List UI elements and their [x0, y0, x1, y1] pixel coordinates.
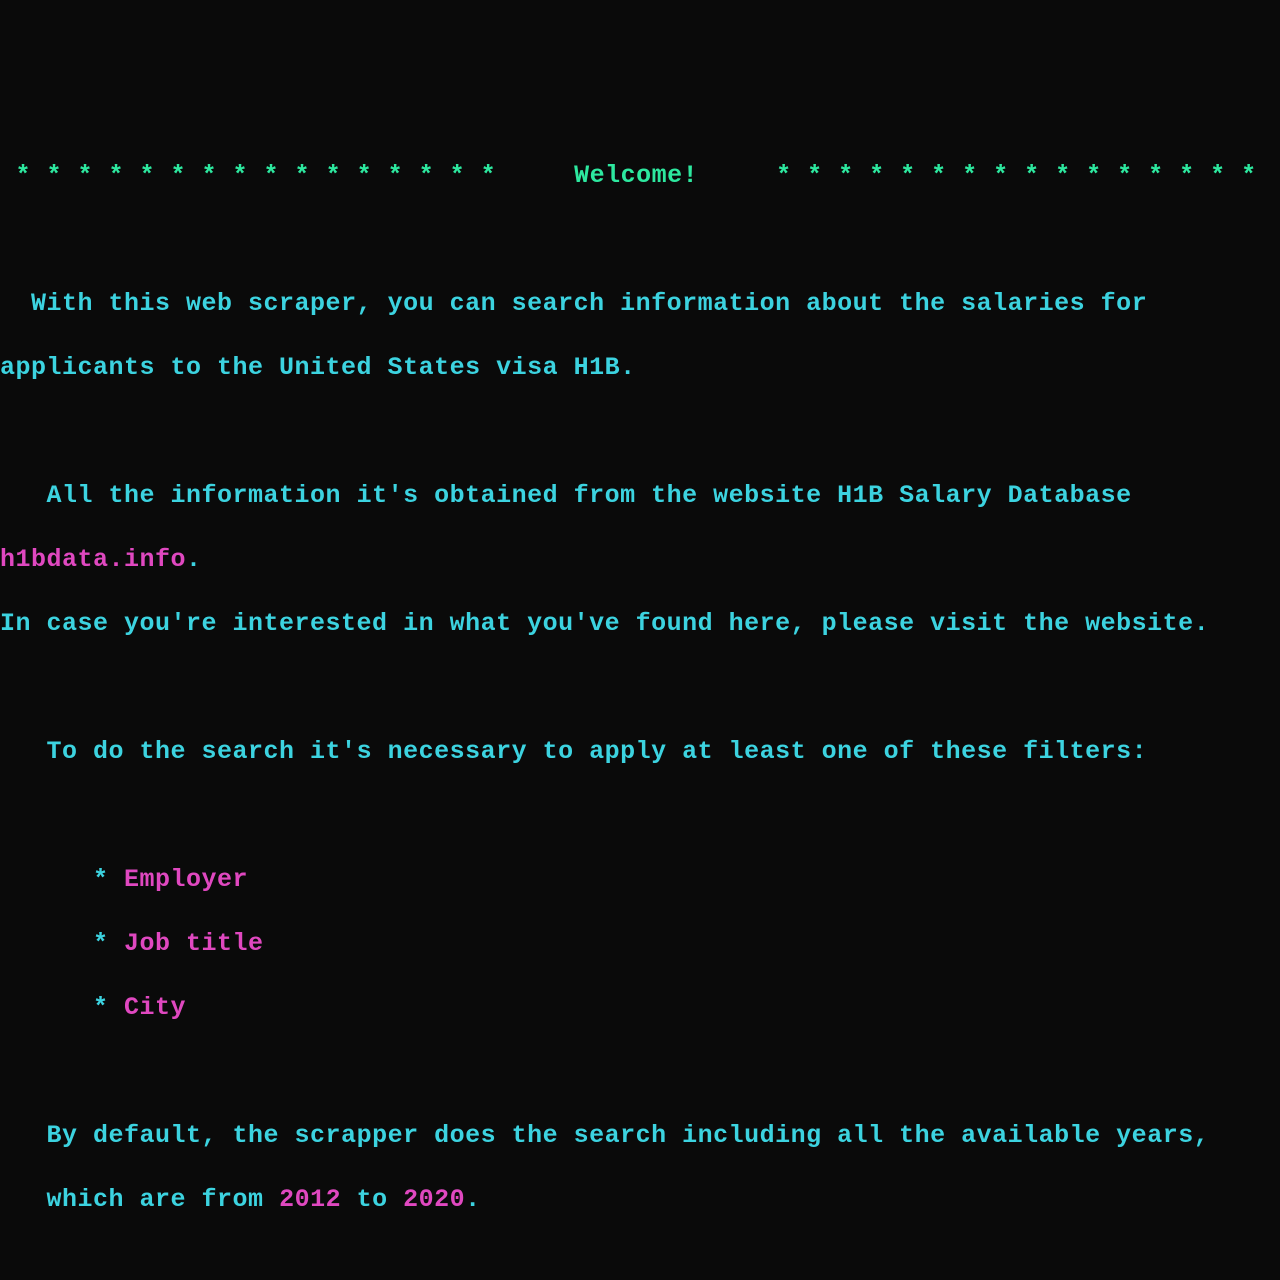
years-line-2-prefix: which are from — [0, 1185, 279, 1214]
banner-stars-right: * * * * * * * * * * * * * * * * — [776, 161, 1257, 190]
bullet-prefix: * — [0, 865, 124, 894]
years-mid: to — [341, 1185, 403, 1214]
filter-item-employer: Employer — [124, 865, 248, 894]
source-line-3: In case you're interested in what you've… — [0, 609, 1209, 638]
source-period: . — [186, 545, 202, 574]
filters-intro: To do the search it's necessary to apply… — [0, 737, 1147, 766]
year-from: 2012 — [279, 1185, 341, 1214]
banner-stars-left: * * * * * * * * * * * * * * * * — [0, 161, 496, 190]
banner-title: Welcome! — [496, 160, 776, 192]
years-suffix: . — [465, 1185, 481, 1214]
source-link[interactable]: h1bdata.info — [0, 545, 186, 574]
years-line-1: By default, the scrapper does the search… — [0, 1121, 1209, 1150]
year-to: 2020 — [403, 1185, 465, 1214]
bullet-prefix: * — [0, 929, 124, 958]
intro-line-2: applicants to the United States visa H1B… — [0, 353, 636, 382]
filter-item-job-title: Job title — [124, 929, 264, 958]
filter-item-city: City — [124, 993, 186, 1022]
bullet-prefix: * — [0, 993, 124, 1022]
source-line-1: All the information it's obtained from t… — [0, 481, 1132, 510]
intro-line-1: With this web scraper, you can search in… — [0, 289, 1147, 318]
